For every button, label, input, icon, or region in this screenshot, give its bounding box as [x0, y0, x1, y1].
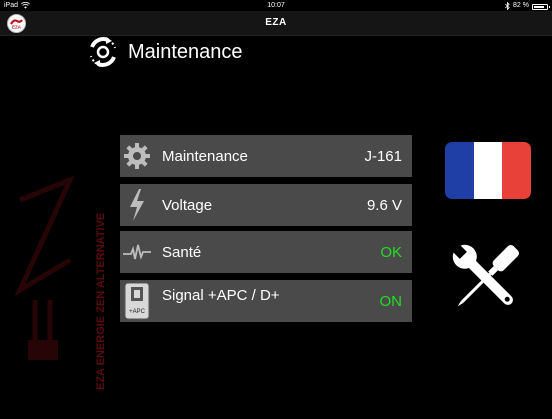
- nav-bar: EZA EZA: [0, 11, 552, 36]
- bluetooth-icon: [505, 1, 510, 10]
- flag-stripe-blue: [445, 142, 474, 199]
- row-value: 9.6 V: [366, 196, 402, 214]
- row-label: Signal +APC / D+: [162, 287, 280, 304]
- watermark-logo: EZA ENERGIE ZEN ALTERNATIVE: [14, 175, 107, 390]
- page-title: Maintenance: [128, 40, 243, 63]
- status-time: 10:07: [267, 2, 285, 9]
- status-right: 82 %: [505, 0, 550, 11]
- row-signal-apc[interactable]: +APC Signal +APC / D+ ON: [120, 280, 412, 322]
- status-bar: iPad 10:07 82 %: [0, 0, 552, 11]
- row-sante[interactable]: Santé OK: [120, 231, 412, 273]
- battery-icon: [532, 3, 550, 10]
- watermark-text: EZA ENERGIE ZEN ALTERNATIVE: [95, 213, 107, 390]
- row-value: OK: [380, 243, 402, 261]
- row-label: Voltage: [162, 196, 213, 214]
- france-flag[interactable]: [445, 142, 531, 199]
- row-voltage[interactable]: Voltage 9.6 V: [120, 184, 412, 226]
- row-value: ON: [379, 292, 403, 310]
- maintenance-cycle-icon: [90, 37, 116, 67]
- apc-signal-icon: +APC: [120, 280, 154, 322]
- heartbeat-icon: [120, 231, 154, 273]
- apc-icon-text: +APC: [129, 309, 146, 315]
- row-value: J-161: [364, 147, 402, 165]
- row-label: Santé: [162, 243, 202, 261]
- page-header: Maintenance: [86, 36, 243, 68]
- nav-title: EZA: [265, 17, 287, 28]
- lightning-icon: [120, 184, 154, 226]
- battery-level: [534, 5, 544, 8]
- row-label: Maintenance: [162, 147, 248, 165]
- battery-percent: 82 %: [513, 2, 529, 9]
- row-maintenance[interactable]: Maintenance J-161: [120, 135, 412, 177]
- wrench-screwdriver-icon[interactable]: [444, 236, 528, 320]
- flag-stripe-white: [473, 142, 503, 199]
- gear-icon: [120, 135, 154, 177]
- flag-stripe-red: [502, 142, 531, 199]
- eza-watermark: EZA ENERGIE ZEN ALTERNATIVE: [0, 140, 115, 414]
